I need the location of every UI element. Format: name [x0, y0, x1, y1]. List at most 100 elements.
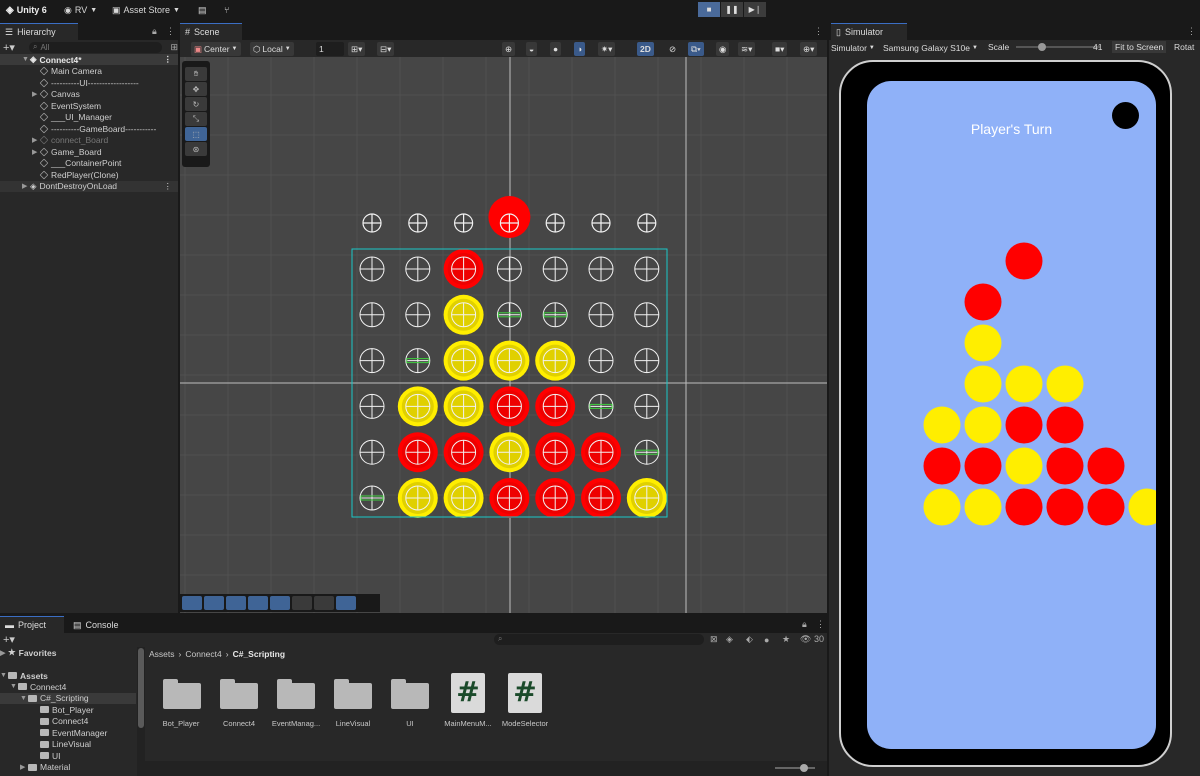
pivot-dropdown[interactable]: ▣ Center ▼	[191, 42, 241, 56]
hand-tool[interactable]: ✋︎	[185, 67, 207, 81]
lock-icon[interactable]: 🔒︎	[152, 26, 157, 37]
picker-overlay-button[interactable]	[314, 596, 334, 610]
asset-label[interactable]: UI	[380, 719, 440, 728]
snap-increment-input[interactable]: 1	[316, 42, 344, 56]
gizmos-dropdown[interactable]: ⊕▾	[800, 42, 818, 56]
camera-dropdown[interactable]: ■▾	[772, 42, 788, 56]
tree-folder[interactable]: Connect4	[40, 716, 88, 727]
asset-label[interactable]: Connect4	[209, 719, 269, 728]
hierarchy-item[interactable]: ▶ Canvas	[0, 89, 80, 100]
asset-label[interactable]: ModeSelector	[495, 719, 555, 728]
tree-folder[interactable]: UI	[40, 750, 61, 761]
favorites-root[interactable]: ▶ ★ Favorites	[0, 647, 56, 658]
hierarchy-item[interactable]: ▶ Game_Board	[0, 146, 102, 157]
unity-menu[interactable]: ◈ Unity 6	[6, 3, 47, 17]
hierarchy-item[interactable]: ___ContainerPoint	[0, 158, 121, 169]
version-control-icon[interactable]: ⑂	[224, 3, 229, 17]
scale-tool[interactable]: ⤡	[185, 112, 207, 126]
asset-label[interactable]: EventManag...	[266, 719, 326, 728]
visibility-toggle[interactable]: ◉	[716, 42, 730, 56]
shaded-mode-button[interactable]: ●	[550, 42, 562, 56]
folder-icon[interactable]	[163, 679, 201, 709]
tab-simulator[interactable]: ▯ Simulator	[831, 23, 907, 40]
lighting-toggle[interactable]: ◑	[574, 42, 586, 56]
csharp-script-icon[interactable]: #	[508, 673, 542, 713]
step-button[interactable]: ▶❘	[744, 2, 766, 17]
more-options-icon[interactable]: ⋮	[164, 181, 173, 192]
draw-mode-button[interactable]: ⊕	[502, 42, 516, 56]
scrollbar-thumb[interactable]	[138, 648, 144, 728]
tree-folder[interactable]: EventManager	[40, 727, 107, 738]
account-dropdown[interactable]: ◉ RV ▼	[64, 3, 97, 17]
fit-to-screen-button[interactable]: Fit to Screen	[1112, 41, 1167, 53]
game-canvas[interactable]	[867, 81, 1156, 749]
icon-size-slider-thumb[interactable]	[800, 764, 808, 772]
pause-button[interactable]: ❚❚	[721, 2, 743, 17]
breadcrumb-item[interactable]: Assets	[149, 649, 175, 659]
scale-slider-thumb[interactable]	[1038, 43, 1046, 51]
hierarchy-item[interactable]: ----------UI------------------	[0, 77, 139, 88]
space-dropdown[interactable]: ⬡ Local ▼	[250, 42, 294, 56]
hierarchy-item[interactable]: Main Camera	[0, 66, 102, 77]
hierarchy-item[interactable]: RedPlayer(Clone)	[0, 169, 119, 180]
hierarchy-search-input[interactable]: ⌕ All	[28, 41, 163, 53]
device-dropdown[interactable]: Samsung Galaxy S10e ▼	[883, 42, 978, 53]
folder-icon[interactable]	[391, 679, 429, 709]
tree-folder[interactable]: Bot_Player	[40, 704, 94, 715]
fx-toggle[interactable]: ⧉▾	[688, 42, 704, 56]
more-options-icon[interactable]: ⋮	[164, 54, 173, 65]
hierarchy-scene-root[interactable]: ▼ ◈ Connect4* ⋮	[0, 54, 178, 66]
more-options-icon[interactable]: ⋮	[814, 26, 823, 37]
tree-folder-selected[interactable]: ▼ C#_Scripting	[0, 692, 136, 704]
2d-mode-toggle[interactable]: 2D	[637, 42, 654, 56]
layers-overlay-button[interactable]	[270, 596, 290, 610]
more-options-icon[interactable]: ⋮	[1187, 26, 1196, 37]
device-screen[interactable]: Player's Turn	[867, 81, 1156, 749]
breadcrumb-item[interactable]: Connect4	[185, 649, 221, 659]
tree-scrollbar[interactable]	[137, 647, 145, 776]
rect-tool[interactable]: ⬚	[185, 127, 207, 141]
scene-view[interactable]: ✋︎ ✥ ↻ ⤡ ⬚ ⊛	[180, 57, 827, 613]
hierarchy-ddol[interactable]: ▶ ◈ DontDestroyOnLoad ⋮	[0, 180, 178, 192]
breadcrumb-item[interactable]: C#_Scripting	[233, 649, 285, 659]
rotate-button[interactable]: Rotat	[1174, 41, 1200, 53]
hidden-count-badge[interactable]: 👁︎ 30	[800, 634, 824, 645]
search-overlay-button[interactable]	[292, 596, 312, 610]
assets-root[interactable]: ▼ Assets	[0, 670, 48, 681]
icon-size-slider[interactable]	[775, 767, 815, 769]
tab-hierarchy[interactable]: ☰ Hierarchy	[0, 23, 78, 40]
layers-dropdown[interactable]: ≋▾	[738, 42, 756, 56]
play-button[interactable]: ■	[698, 2, 720, 17]
folder-icon[interactable]	[220, 679, 258, 709]
asset-label[interactable]: MainMenuM...	[438, 719, 498, 728]
lock-icon[interactable]: 🔒︎	[802, 619, 807, 630]
tree-folder[interactable]: ▼ Connect4	[10, 681, 66, 692]
add-icon[interactable]: +▾	[3, 41, 15, 54]
more-options-icon[interactable]: ⋮	[816, 619, 825, 630]
move-tool[interactable]: ✥	[185, 82, 207, 96]
simulator-mode-dropdown[interactable]: Simulator ▼	[831, 42, 875, 53]
asset-label[interactable]: LineVisual	[323, 719, 383, 728]
tile-overlay-button[interactable]	[204, 596, 224, 610]
package-icon[interactable]: ▤	[198, 3, 207, 17]
tab-scene[interactable]: # Scene	[180, 23, 242, 40]
hierarchy-item[interactable]: EventSystem	[0, 100, 101, 111]
search-by-label-icon[interactable]: ◈	[726, 634, 733, 645]
tree-folder[interactable]: LineVisual	[40, 739, 91, 750]
folder-icon[interactable]	[334, 679, 372, 709]
folder-icon[interactable]	[277, 679, 315, 709]
palette-grip[interactable]	[185, 62, 207, 66]
asset-label[interactable]: Bot_Player	[151, 719, 211, 728]
scale-slider-track[interactable]	[1016, 46, 1100, 48]
shuffle-overlay-button[interactable]	[336, 596, 356, 610]
project-search-input[interactable]: ⌕	[494, 634, 704, 645]
hierarchy-item-disabled[interactable]: ▶ connect_Board	[0, 135, 108, 146]
rect-overlay-button[interactable]	[182, 596, 202, 610]
shading-mode-button[interactable]: ◒	[526, 42, 538, 56]
transform-tool[interactable]: ⊛	[185, 142, 207, 156]
grid-snap-dropdown[interactable]: ⊞▾	[348, 42, 366, 56]
info-icon[interactable]: ●	[764, 635, 769, 645]
effects-dropdown[interactable]: ✷▾	[598, 42, 616, 56]
csharp-script-icon[interactable]: #	[451, 673, 485, 713]
moon-overlay-button[interactable]	[248, 596, 268, 610]
